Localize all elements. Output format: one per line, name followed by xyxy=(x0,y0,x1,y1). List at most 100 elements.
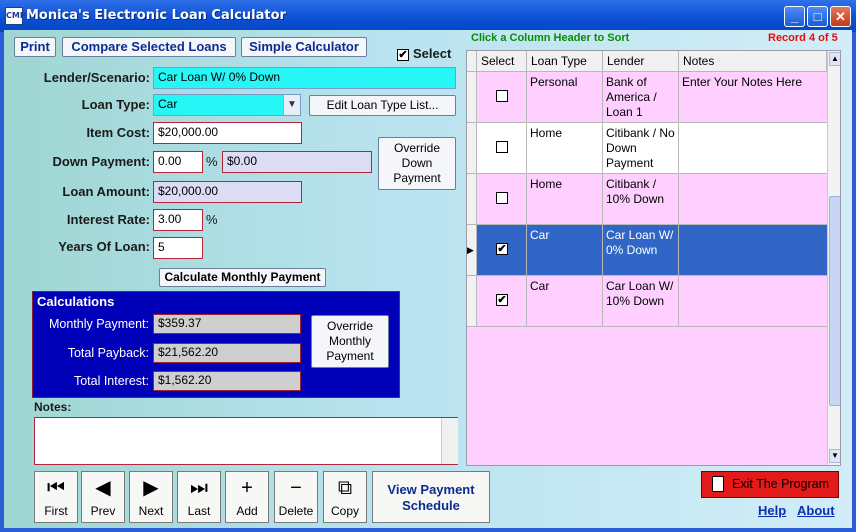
grid-scrollbar[interactable]: ▲ ▼ xyxy=(827,51,840,465)
exit-label: Exit The Program xyxy=(732,477,830,491)
notes-cell[interactable] xyxy=(679,174,827,224)
loan-type-cell[interactable]: Home xyxy=(527,174,603,224)
column-header-select[interactable]: Select xyxy=(477,51,527,72)
row-indicator[interactable] xyxy=(467,276,477,326)
select-cell[interactable]: ✔ xyxy=(477,225,527,275)
scroll-thumb[interactable] xyxy=(829,196,840,406)
row-indicator[interactable]: ▶ xyxy=(467,225,477,275)
first-button[interactable]: ⏮ First xyxy=(34,471,78,523)
notes-cell[interactable] xyxy=(679,225,827,275)
total-interest-field[interactable]: $1,562.20 xyxy=(153,371,301,391)
select-cell[interactable] xyxy=(477,123,527,173)
title-bar[interactable]: CMP Monica's Electronic Loan Calculator … xyxy=(0,0,856,32)
maximize-button[interactable]: □ xyxy=(807,6,828,27)
interest-rate-label: Interest Rate: xyxy=(66,212,150,227)
loan-type-select[interactable]: Car ▼ xyxy=(153,94,301,116)
last-label: Last xyxy=(187,504,211,518)
monthly-payment-field[interactable]: $359.37 xyxy=(153,314,301,334)
loans-grid[interactable]: Select Loan Type Lender Notes Personal Ba… xyxy=(466,50,841,466)
row-checkbox[interactable]: ✔ xyxy=(496,243,508,255)
loan-type-cell[interactable]: Car xyxy=(527,276,603,326)
calculations-panel: Calculations Monthly Payment: $359.37 To… xyxy=(32,291,400,398)
item-cost-field[interactable]: $20,000.00 xyxy=(153,122,302,144)
years-label: Years Of Loan: xyxy=(58,239,150,254)
prev-button[interactable]: ◀ Prev xyxy=(81,471,125,523)
notes-cell[interactable] xyxy=(679,276,827,326)
percent-sign: % xyxy=(206,154,218,169)
total-payback-label: Total Payback: xyxy=(67,346,149,360)
scroll-down-icon[interactable]: ▼ xyxy=(829,449,840,463)
loan-type-label: Loan Type: xyxy=(81,97,150,112)
table-row[interactable]: Home Citibank / 10% Down xyxy=(467,174,827,225)
monthly-payment-label: Monthly Payment: xyxy=(48,317,149,331)
loan-type-cell[interactable]: Home xyxy=(527,123,603,173)
column-header-lender[interactable]: Lender xyxy=(603,51,679,72)
simple-calculator-button[interactable]: Simple Calculator xyxy=(241,37,367,57)
select-checkbox[interactable]: ✔ xyxy=(397,49,409,61)
column-header-notes[interactable]: Notes xyxy=(679,51,827,72)
row-indicator[interactable] xyxy=(467,123,477,173)
minus-icon: − xyxy=(290,477,302,499)
down-payment-percent-field[interactable]: 0.00 xyxy=(153,151,203,173)
print-button[interactable]: Print xyxy=(14,37,56,57)
total-interest-label: Total Interest: xyxy=(73,374,149,388)
interest-percent-sign: % xyxy=(206,212,218,227)
help-link[interactable]: Help xyxy=(758,503,786,518)
loan-amount-field[interactable]: $20,000.00 xyxy=(153,181,302,203)
client-area: Print Compare Selected Loans Simple Calc… xyxy=(4,30,852,528)
lender-cell[interactable]: Citibank / 10% Down xyxy=(603,174,679,224)
select-cell[interactable] xyxy=(477,174,527,224)
view-payment-schedule-button[interactable]: View Payment Schedule xyxy=(372,471,490,523)
sort-hint: Click a Column Header to Sort xyxy=(471,32,630,44)
about-link[interactable]: About xyxy=(797,503,835,518)
column-header-loan-type[interactable]: Loan Type xyxy=(527,51,603,72)
lender-field[interactable]: Car Loan W/ 0% Down xyxy=(153,67,456,89)
select-cell[interactable]: ✔ xyxy=(477,276,527,326)
last-button[interactable]: ⏭ Last xyxy=(177,471,221,523)
copy-button[interactable]: ⧉ Copy xyxy=(323,471,367,523)
notes-scrollbar[interactable] xyxy=(441,418,458,464)
notes-textarea[interactable] xyxy=(34,417,458,465)
loan-type-cell[interactable]: Personal xyxy=(527,72,603,122)
record-indicator: Record 4 of 5 xyxy=(768,32,838,44)
copy-icon: ⧉ xyxy=(337,477,353,499)
exit-button[interactable]: Exit The Program xyxy=(701,471,839,498)
compare-loans-button[interactable]: Compare Selected Loans xyxy=(62,37,236,57)
table-row[interactable]: ▶ ✔ Car Car Loan W/ 0% Down xyxy=(467,225,827,276)
override-down-payment-button[interactable]: Override Down Payment xyxy=(378,137,456,190)
row-checkbox[interactable] xyxy=(496,90,508,102)
prev-label: Prev xyxy=(90,504,116,518)
minimize-button[interactable]: _ xyxy=(784,6,805,27)
notes-cell[interactable] xyxy=(679,123,827,173)
years-field[interactable]: 5 xyxy=(153,237,203,259)
row-indicator[interactable] xyxy=(467,72,477,122)
lender-cell[interactable]: Bank of America / Loan 1 xyxy=(603,72,679,122)
row-checkbox[interactable] xyxy=(496,141,508,153)
add-button[interactable]: + Add xyxy=(225,471,269,523)
loan-type-value: Car xyxy=(158,97,178,111)
table-row[interactable]: Personal Bank of America / Loan 1 Enter Yo… xyxy=(467,72,827,123)
next-button[interactable]: ▶ Next xyxy=(129,471,173,523)
override-monthly-payment-button[interactable]: Override Monthly Payment xyxy=(311,315,389,368)
lender-cell[interactable]: Citibank / No Down Payment xyxy=(603,123,679,173)
scroll-up-icon[interactable]: ▲ xyxy=(829,52,840,66)
lender-cell[interactable]: Car Loan W/ 10% Down xyxy=(603,276,679,326)
delete-button[interactable]: − Delete xyxy=(274,471,318,523)
next-icon: ▶ xyxy=(143,477,159,499)
down-payment-amount-field[interactable]: $0.00 xyxy=(222,151,372,173)
row-indicator[interactable] xyxy=(467,174,477,224)
row-checkbox[interactable]: ✔ xyxy=(496,294,508,306)
notes-cell[interactable]: Enter Your Notes Here xyxy=(679,72,827,122)
close-button[interactable]: ✕ xyxy=(830,6,851,27)
table-row[interactable]: Home Citibank / No Down Payment xyxy=(467,123,827,174)
edit-loan-type-button[interactable]: Edit Loan Type List... xyxy=(309,95,456,116)
calculate-button[interactable]: Calculate Monthly Payment xyxy=(159,268,326,287)
select-cell[interactable] xyxy=(477,72,527,122)
row-checkbox[interactable] xyxy=(496,192,508,204)
table-row[interactable]: ✔ Car Car Loan W/ 10% Down xyxy=(467,276,827,327)
chevron-down-icon[interactable]: ▼ xyxy=(283,95,300,115)
loan-type-cell[interactable]: Car xyxy=(527,225,603,275)
lender-cell[interactable]: Car Loan W/ 0% Down xyxy=(603,225,679,275)
total-payback-field[interactable]: $21,562.20 xyxy=(153,343,301,363)
interest-rate-field[interactable]: 3.00 xyxy=(153,209,203,231)
